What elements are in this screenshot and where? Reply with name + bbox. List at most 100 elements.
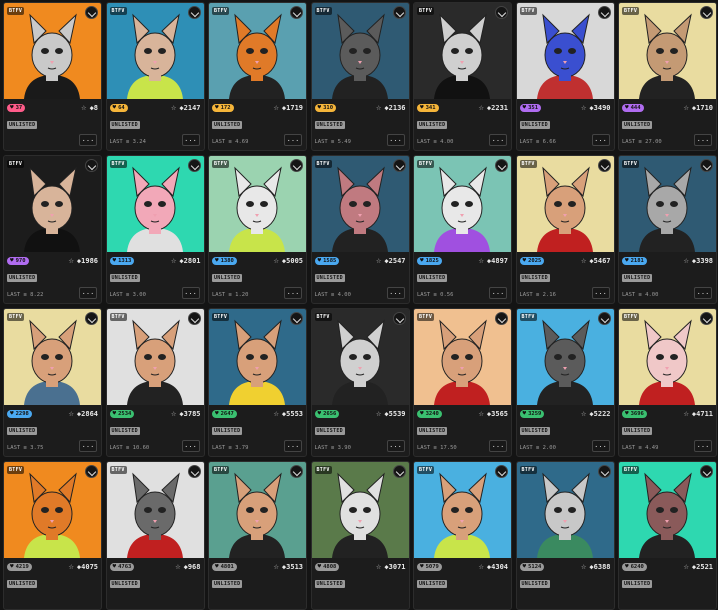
star-icon[interactable]: ☆ bbox=[69, 409, 74, 419]
nft-artwork[interactable]: BTFV bbox=[106, 3, 204, 99]
nft-card[interactable]: BTFV ♥ 4219 ☆ ◆4075 UNLISTED bbox=[3, 461, 102, 610]
nft-card[interactable]: BTFV ♥ 351 ☆ ◆3490 UNLISTED LAST ≡ 6.66 … bbox=[515, 2, 615, 151]
nft-artwork[interactable]: BTFV bbox=[311, 3, 409, 99]
nft-card[interactable]: BTFV ♥ 310 ☆ ◆2136 UNLISTED LAST ≡ 5.49 … bbox=[310, 2, 410, 151]
star-icon[interactable]: ☆ bbox=[274, 562, 279, 572]
nft-artwork[interactable]: BTFV bbox=[516, 309, 614, 405]
star-icon[interactable]: ☆ bbox=[684, 103, 689, 113]
star-icon[interactable]: ☆ bbox=[171, 409, 176, 419]
nft-card[interactable]: BTFV ♥ 1313 ☆ ◆2801 UNLISTED LAST ≡ 3.00… bbox=[105, 155, 205, 304]
nft-card[interactable]: BTFV ♥ 2025 ☆ ◆5467 UNLISTED LAST ≡ 2.16… bbox=[515, 155, 615, 304]
more-options-button[interactable]: ... bbox=[79, 134, 97, 146]
nft-artwork[interactable]: BTFV bbox=[516, 462, 614, 558]
nft-artwork[interactable]: BTFV bbox=[209, 462, 306, 558]
star-icon[interactable]: ☆ bbox=[581, 562, 586, 572]
star-icon[interactable]: ☆ bbox=[376, 562, 381, 572]
more-options-button[interactable]: ... bbox=[284, 134, 302, 146]
star-icon[interactable]: ☆ bbox=[479, 103, 484, 113]
nft-card[interactable]: BTFV ♥ 2656 ☆ ◆5539 UNLISTED LAST ≡ 3.90… bbox=[310, 308, 410, 457]
nft-artwork[interactable]: BTFV bbox=[414, 156, 511, 252]
more-options-button[interactable]: ... bbox=[694, 134, 712, 146]
more-options-button[interactable]: ... bbox=[284, 287, 302, 299]
nft-card[interactable]: BTFV ♥ 5124 ☆ ◆6388 UNLISTED bbox=[515, 461, 615, 610]
more-options-button[interactable]: ... bbox=[694, 440, 712, 452]
nft-artwork[interactable]: BTFV bbox=[619, 462, 716, 558]
nft-card[interactable]: BTFV ♥ 2181 ☆ ◆3398 UNLISTED LAST ≡ 4.00… bbox=[618, 155, 717, 304]
more-options-button[interactable]: ... bbox=[694, 287, 712, 299]
nft-artwork[interactable]: BTFV bbox=[619, 309, 716, 405]
nft-artwork[interactable]: BTFV bbox=[209, 3, 306, 99]
star-icon[interactable]: ☆ bbox=[684, 562, 689, 572]
more-options-button[interactable]: ... bbox=[181, 134, 200, 146]
star-icon[interactable]: ☆ bbox=[274, 103, 279, 113]
more-options-button[interactable]: ... bbox=[591, 440, 610, 452]
star-icon[interactable]: ☆ bbox=[479, 256, 484, 266]
more-options-button[interactable]: ... bbox=[489, 440, 507, 452]
star-icon[interactable]: ☆ bbox=[274, 256, 279, 266]
nft-card[interactable]: BTFV ♥ 2298 ☆ ◆2864 UNLISTED LAST ≡ 3.75… bbox=[3, 308, 102, 457]
nft-artwork[interactable]: BTFV bbox=[516, 156, 614, 252]
star-icon[interactable]: ☆ bbox=[81, 103, 86, 113]
more-options-button[interactable]: ... bbox=[79, 287, 97, 299]
star-icon[interactable]: ☆ bbox=[581, 256, 586, 266]
nft-card[interactable]: BTFV ♥ 970 ☆ ◆1986 UNLISTED LAST ≡ 8.22 … bbox=[3, 155, 102, 304]
nft-card[interactable]: BTFV ♥ 1585 ☆ ◆2547 UNLISTED LAST ≡ 4.00… bbox=[310, 155, 410, 304]
star-icon[interactable]: ☆ bbox=[684, 409, 689, 419]
nft-artwork[interactable]: BTFV bbox=[106, 156, 204, 252]
nft-artwork[interactable]: BTFV bbox=[311, 156, 409, 252]
nft-artwork[interactable]: BTFV bbox=[414, 309, 511, 405]
star-icon[interactable]: ☆ bbox=[684, 256, 689, 266]
nft-card[interactable]: BTFV ♥ 172 ☆ ◆1719 UNLISTED LAST ≡ 4.69 … bbox=[208, 2, 307, 151]
nft-artwork[interactable]: BTFV bbox=[311, 309, 409, 405]
more-options-button[interactable]: ... bbox=[79, 440, 97, 452]
star-icon[interactable]: ☆ bbox=[171, 256, 176, 266]
nft-artwork[interactable]: BTFV bbox=[414, 462, 511, 558]
nft-artwork[interactable]: BTFV bbox=[106, 309, 204, 405]
nft-card[interactable]: BTFV ♥ 4808 ☆ ◆3071 UNLISTED bbox=[310, 461, 410, 610]
star-icon[interactable]: ☆ bbox=[69, 562, 74, 572]
nft-card[interactable]: BTFV ♥ 64 ☆ ◆2147 UNLISTED LAST ≡ 3.24 .… bbox=[105, 2, 205, 151]
nft-artwork[interactable]: BTFV bbox=[619, 3, 716, 99]
star-icon[interactable]: ☆ bbox=[376, 103, 381, 113]
more-options-button[interactable]: ... bbox=[591, 134, 610, 146]
nft-card[interactable]: BTFV ♥ 6240 ☆ ◆2521 UNLISTED bbox=[618, 461, 717, 610]
star-icon[interactable]: ☆ bbox=[175, 562, 180, 572]
nft-card[interactable]: BTFV ♥ 37 ☆ ◆8 UNLISTED ... bbox=[3, 2, 102, 151]
nft-artwork[interactable]: BTFV bbox=[619, 156, 716, 252]
star-icon[interactable]: ☆ bbox=[69, 256, 74, 266]
more-options-button[interactable]: ... bbox=[181, 287, 200, 299]
nft-card[interactable]: BTFV ♥ 1380 ☆ ◆5005 UNLISTED LAST ≡ 1.20… bbox=[208, 155, 307, 304]
nft-artwork[interactable]: BTFV bbox=[209, 309, 306, 405]
nft-card[interactable]: BTFV ♥ 2534 ☆ ◆3785 UNLISTED LAST ≡ 10.6… bbox=[105, 308, 205, 457]
nft-artwork[interactable]: BTFV bbox=[106, 462, 204, 558]
star-icon[interactable]: ☆ bbox=[274, 409, 279, 419]
nft-card[interactable]: BTFV ♥ 3259 ☆ ◆5222 UNLISTED LAST ≡ 2.00… bbox=[515, 308, 615, 457]
more-options-button[interactable]: ... bbox=[181, 440, 200, 452]
nft-artwork[interactable]: BTFV bbox=[4, 309, 101, 405]
nft-artwork[interactable]: BTFV bbox=[311, 462, 409, 558]
nft-card[interactable]: BTFV ♥ 444 ☆ ◆1710 UNLISTED LAST ≡ 27.00… bbox=[618, 2, 717, 151]
nft-card[interactable]: BTFV ♥ 4763 ☆ ◆968 UNLISTED bbox=[105, 461, 205, 610]
star-icon[interactable]: ☆ bbox=[581, 103, 586, 113]
star-icon[interactable]: ☆ bbox=[479, 409, 484, 419]
nft-artwork[interactable]: BTFV bbox=[4, 156, 101, 252]
nft-artwork[interactable]: BTFV bbox=[414, 3, 511, 99]
star-icon[interactable]: ☆ bbox=[376, 409, 381, 419]
nft-card[interactable]: BTFV ♥ 4801 ☆ ◆3513 UNLISTED bbox=[208, 461, 307, 610]
nft-card[interactable]: BTFV ♥ 3240 ☆ ◆3565 UNLISTED LAST ≡ 17.5… bbox=[413, 308, 512, 457]
star-icon[interactable]: ☆ bbox=[376, 256, 381, 266]
more-options-button[interactable]: ... bbox=[489, 287, 507, 299]
star-icon[interactable]: ☆ bbox=[171, 103, 176, 113]
nft-card[interactable]: BTFV ♥ 341 ☆ ◆2231 UNLISTED LAST ≡ 4.00 … bbox=[413, 2, 512, 151]
nft-artwork[interactable]: BTFV bbox=[4, 3, 101, 99]
nft-card[interactable]: BTFV ♥ 2647 ☆ ◆5553 UNLISTED LAST ≡ 3.79… bbox=[208, 308, 307, 457]
more-options-button[interactable]: ... bbox=[386, 440, 405, 452]
more-options-button[interactable]: ... bbox=[591, 287, 610, 299]
nft-artwork[interactable]: BTFV bbox=[4, 462, 101, 558]
nft-card[interactable]: BTFV ♥ 3696 ☆ ◆4711 UNLISTED LAST ≡ 4.49… bbox=[618, 308, 717, 457]
more-options-button[interactable]: ... bbox=[386, 287, 405, 299]
more-options-button[interactable]: ... bbox=[284, 440, 302, 452]
nft-card[interactable]: BTFV ♥ 1825 ☆ ◆4897 UNLISTED LAST ≡ 0.56… bbox=[413, 155, 512, 304]
nft-artwork[interactable]: BTFV bbox=[516, 3, 614, 99]
star-icon[interactable]: ☆ bbox=[581, 409, 586, 419]
